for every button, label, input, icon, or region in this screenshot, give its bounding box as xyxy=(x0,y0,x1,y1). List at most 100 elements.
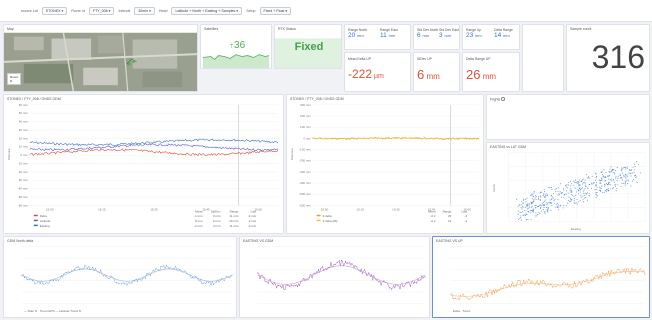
series-line xyxy=(257,260,426,290)
y-axis-label: Distance xyxy=(7,148,11,160)
toolbar-dropdown[interactable]: STONEX ▾ xyxy=(41,6,68,15)
scatter-point xyxy=(531,210,533,212)
scatter-point xyxy=(568,196,570,198)
scatter-point xyxy=(523,214,525,216)
scatter-point xyxy=(588,177,590,179)
scatter-point xyxy=(530,203,532,205)
y-tick-label: 30 mm xyxy=(19,128,29,132)
scatter-point xyxy=(543,204,545,206)
chart-north-east: STONEX / FTY_008 / GNSS GDM 60 mm 50 mm 40… xyxy=(3,94,284,234)
scatter-point xyxy=(589,183,591,186)
y-tick-label: 200 mm xyxy=(300,114,311,118)
toolbar-dropdown[interactable]: 30min ▾ xyxy=(134,6,155,15)
scatter-point xyxy=(529,211,531,213)
scatter-point xyxy=(580,196,582,198)
scatter-point xyxy=(621,168,623,170)
scatter-point xyxy=(618,174,620,176)
scatter-point xyxy=(566,184,568,186)
scatter-point xyxy=(612,170,614,172)
scatter-point xyxy=(595,193,597,195)
scatter-point xyxy=(601,185,603,187)
legend-value: -1 mm xyxy=(194,214,203,218)
scatter-point xyxy=(607,184,609,186)
scatter-point xyxy=(557,199,559,201)
scatter-point xyxy=(596,187,598,189)
scatter-point xyxy=(608,183,610,185)
chart2-plot[interactable]: 300 mm 200 mm 100 mm 0 mm -100 mm -200 mm -300… xyxy=(287,95,483,233)
chart1-plot[interactable]: 60 mm 50 mm 40 mm 30 mm 20 mm 10 mm 0 mm -10 mm… xyxy=(4,95,283,233)
scatter-point xyxy=(630,175,632,177)
scatter-point xyxy=(545,202,547,204)
scatter-point xyxy=(539,195,542,197)
scatter-point xyxy=(635,174,637,176)
scatter-point xyxy=(584,187,586,189)
scatter-point xyxy=(626,174,628,176)
scatter-point xyxy=(576,191,578,193)
legend-header: StdDev xyxy=(211,209,221,213)
map-view[interactable] xyxy=(4,25,197,91)
range-north-value: 20 mm xyxy=(348,32,364,39)
scatter-point xyxy=(522,206,524,208)
scatter-point xyxy=(624,184,627,186)
x-axis-label: Easting xyxy=(571,227,581,231)
scatter-point xyxy=(620,177,622,179)
scatter-point xyxy=(595,177,597,179)
scatter-point xyxy=(576,203,578,205)
scatter-point xyxy=(548,186,550,188)
scatter-point xyxy=(616,188,618,190)
scatter-point xyxy=(591,175,593,177)
scatter-point xyxy=(599,182,601,184)
scatter-point xyxy=(624,181,627,183)
scatter-point xyxy=(545,204,547,206)
scatter-point xyxy=(532,200,534,202)
info-icon[interactable] xyxy=(501,97,505,101)
toolbar-label: Setup xyxy=(246,8,256,13)
scatter-point xyxy=(532,208,534,210)
toolbar-dropdown[interactable]: Fixed + Float ▾ xyxy=(259,6,292,15)
scatter-point xyxy=(530,210,532,212)
scatter-point xyxy=(601,179,603,181)
scatter-point xyxy=(569,197,572,199)
bottom3-plot[interactable]: Delta · Trend xyxy=(433,237,649,317)
scatter-point xyxy=(519,217,521,220)
scatter-point xyxy=(573,184,575,186)
mean-delta-up-panel: Mean Delta UP -222 µm xyxy=(344,52,411,92)
scatter-point xyxy=(547,207,549,209)
scatter-point xyxy=(559,183,562,185)
y-tick-label: -40 mm xyxy=(18,187,29,191)
scatter-point xyxy=(566,190,568,192)
scatter-point xyxy=(524,214,527,216)
toolbar-dropdown[interactable]: FTY_008 ▾ xyxy=(88,6,115,15)
bottom1-plot[interactable]: — Filter N · Trend GPS — Latitude Trend … xyxy=(4,237,236,317)
scatter-point xyxy=(570,200,572,202)
scatter-point xyxy=(600,180,602,182)
scatter-point xyxy=(604,190,606,192)
mean-delta-up-value: -222 µm xyxy=(348,67,384,81)
toolbar-dropdown[interactable]: Latitude + North + Easting + Samples ▾ xyxy=(171,6,243,15)
bottom2-plot[interactable] xyxy=(240,237,429,317)
scatter-point xyxy=(537,198,539,200)
scatter-point xyxy=(617,184,619,186)
scatter-point xyxy=(570,191,572,194)
y-tick-label: -300 mm xyxy=(299,170,311,174)
scatter-point xyxy=(520,207,522,209)
scatter-point xyxy=(522,211,524,213)
legend-name: Easting xyxy=(40,224,50,228)
scatter-point xyxy=(612,187,614,189)
scatter-point xyxy=(570,185,572,187)
scatter-point xyxy=(608,170,610,173)
scatter-point xyxy=(632,167,634,169)
scatter-point xyxy=(582,198,584,200)
scatter-point xyxy=(625,177,627,179)
scatter-point xyxy=(570,199,572,201)
scatter-point xyxy=(543,189,545,191)
scatter-point xyxy=(629,169,631,172)
scatter-point xyxy=(601,177,603,179)
scatter-plot[interactable]: Easting North xyxy=(487,143,649,233)
scatter-point xyxy=(614,173,616,175)
scatter-point xyxy=(629,172,631,175)
scatter-point xyxy=(554,199,556,201)
legend-header: Mean xyxy=(195,209,203,213)
scatter-point xyxy=(563,204,565,206)
scatter-point xyxy=(529,204,531,206)
